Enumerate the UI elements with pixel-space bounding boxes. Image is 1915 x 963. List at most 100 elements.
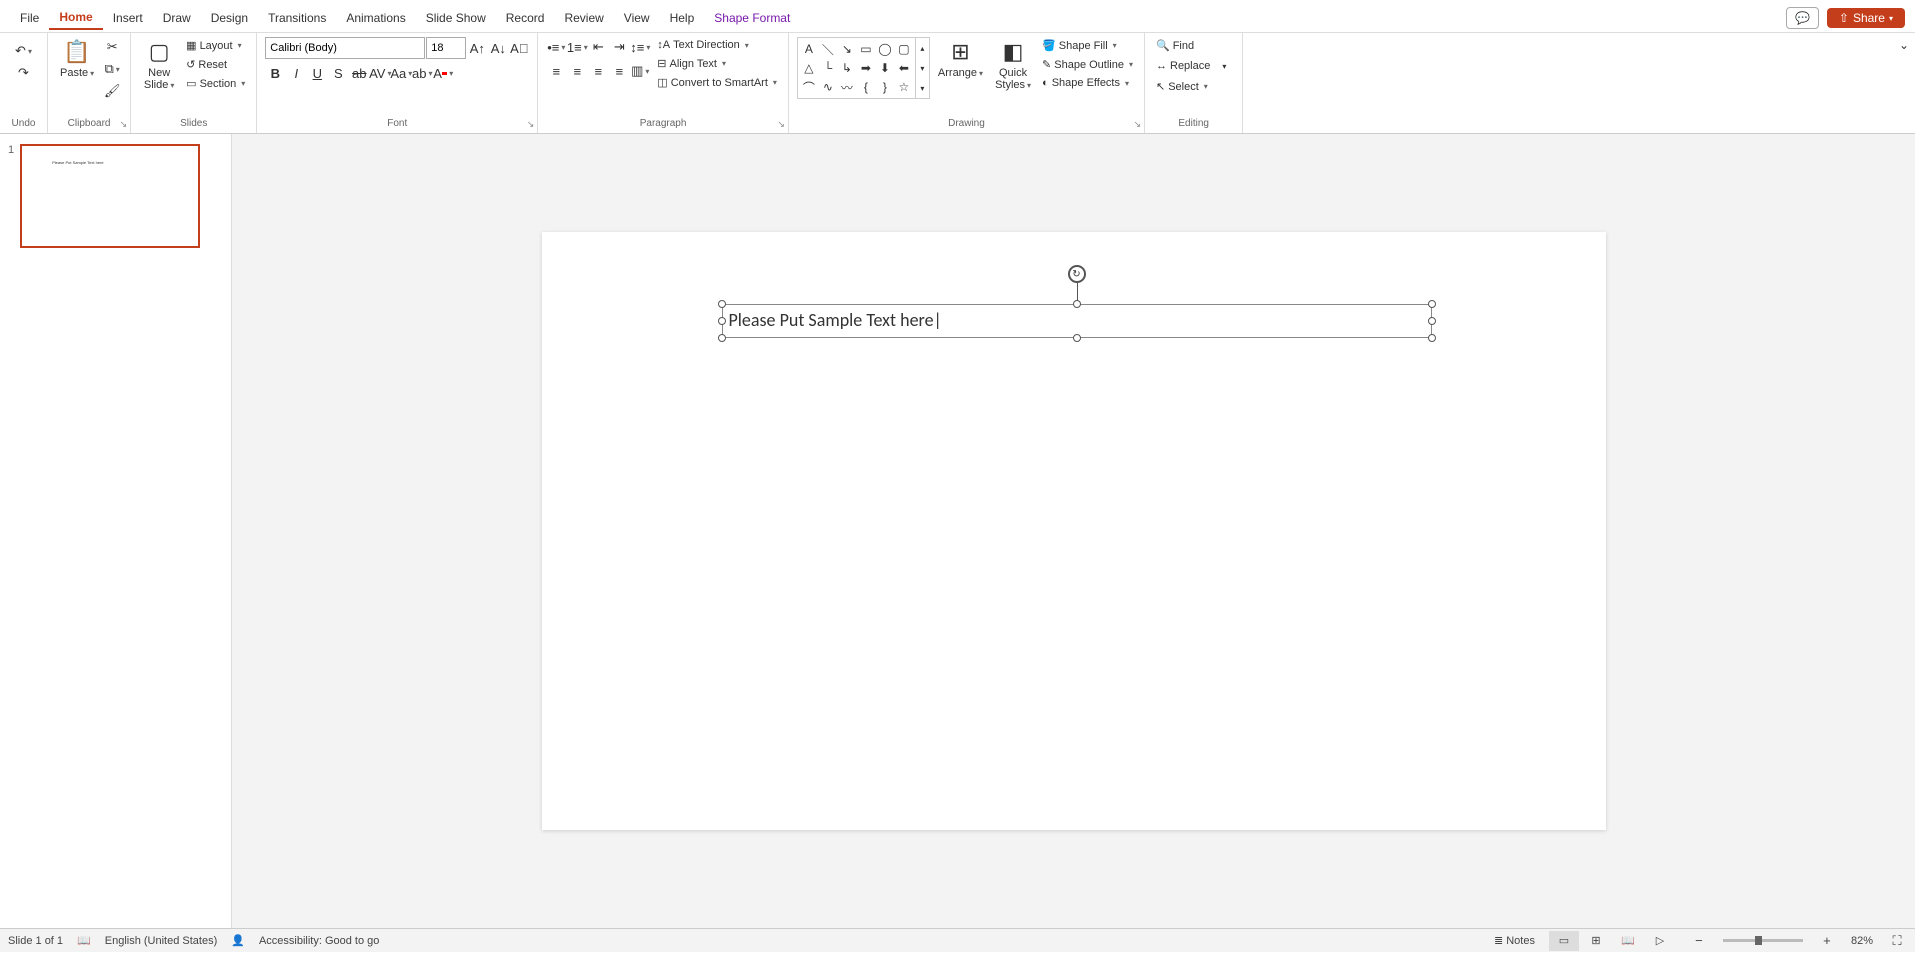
decrease-indent-button[interactable]: ⇤ [588, 37, 608, 57]
resize-handle-br[interactable] [1428, 334, 1436, 342]
quick-styles-button[interactable]: ◧ Quick Styles [991, 37, 1035, 93]
cut-button[interactable]: ✂ [102, 37, 122, 57]
tab-file[interactable]: File [10, 7, 49, 29]
zoom-in-button[interactable]: + [1817, 931, 1837, 951]
increase-font-button[interactable]: A↑ [467, 38, 487, 58]
textbox-content[interactable]: Please Put Sample Text here [723, 305, 1431, 335]
spell-check-icon[interactable]: 📖 [77, 934, 91, 947]
justify-button[interactable]: ≡ [609, 61, 629, 81]
clear-formatting-button[interactable]: A⃠ [509, 38, 529, 58]
resize-handle-tm[interactable] [1073, 300, 1081, 308]
shape-elbow[interactable]: └ [819, 59, 837, 77]
zoom-out-button[interactable]: − [1689, 931, 1709, 951]
normal-view-button[interactable]: ▭ [1549, 931, 1579, 951]
tab-slideshow[interactable]: Slide Show [416, 7, 496, 29]
copy-button[interactable]: ⧉ [102, 59, 122, 79]
format-painter-button[interactable]: 🖌 [102, 81, 122, 101]
resize-handle-tr[interactable] [1428, 300, 1436, 308]
fit-to-window-button[interactable]: ⛶ [1887, 931, 1907, 951]
slide-canvas-area[interactable]: ↻ Please Put Sample Text here [232, 134, 1915, 928]
gallery-up[interactable]: ▴ [916, 44, 929, 53]
align-center-button[interactable]: ≡ [567, 61, 587, 81]
shape-line[interactable]: ＼ [819, 40, 837, 58]
tab-design[interactable]: Design [201, 7, 258, 29]
replace-button[interactable]: ↔Replace [1153, 58, 1213, 74]
increase-indent-button[interactable]: ⇥ [609, 37, 629, 57]
shape-block-arrow-d[interactable]: ⬇ [876, 59, 894, 77]
section-button[interactable]: ▭Section [183, 75, 248, 92]
gallery-down[interactable]: ▾ [916, 64, 929, 73]
tab-help[interactable]: Help [660, 7, 705, 29]
align-left-button[interactable]: ≡ [546, 61, 566, 81]
replace-more-button[interactable]: ▾ [1214, 56, 1234, 76]
numbering-button[interactable]: 1≡ [567, 37, 587, 57]
new-slide-button[interactable]: ▢ New Slide [139, 37, 179, 93]
shape-elbow-arrow[interactable]: ↳ [838, 59, 856, 77]
comments-button[interactable]: 💬 [1786, 7, 1819, 29]
slide-thumbnail-1[interactable]: Please Put Sample Text here [20, 144, 200, 248]
font-name-input[interactable] [265, 37, 425, 59]
align-text-button[interactable]: ⊟Align Text [654, 55, 780, 72]
shape-arc[interactable]: ⌒ [800, 78, 818, 96]
char-spacing-button[interactable]: AV [370, 63, 390, 83]
italic-button[interactable]: I [286, 63, 306, 83]
shape-star[interactable]: ☆ [895, 78, 913, 96]
resize-handle-mr[interactable] [1428, 317, 1436, 325]
collapse-ribbon-button[interactable]: ⌄ [1899, 38, 1909, 52]
shape-effects-button[interactable]: ◐Shape Effects [1039, 75, 1136, 91]
shadow-button[interactable]: S [328, 63, 348, 83]
rotate-handle[interactable]: ↻ [1068, 265, 1086, 283]
find-button[interactable]: 🔍Find [1153, 37, 1197, 54]
shape-lbrace[interactable]: { [857, 78, 875, 96]
paste-button[interactable]: 📋 Paste [56, 37, 98, 81]
drawing-launcher[interactable]: ↘ [1133, 119, 1141, 130]
shape-fill-button[interactable]: 🪣Shape Fill [1039, 37, 1136, 54]
resize-handle-bl[interactable] [718, 334, 726, 342]
notes-button[interactable]: ≣ Notes [1494, 934, 1535, 947]
redo-button[interactable]: ↷ [14, 63, 34, 83]
share-button[interactable]: ⇧Share▾ [1827, 8, 1905, 28]
tab-home[interactable]: Home [49, 6, 102, 30]
tab-view[interactable]: View [614, 7, 660, 29]
shape-rect[interactable]: ▭ [857, 40, 875, 58]
shape-block-arrow-r[interactable]: ➡ [857, 59, 875, 77]
shape-wave[interactable]: 〰 [838, 78, 856, 96]
select-button[interactable]: ↖Select [1153, 78, 1211, 95]
shape-block-arrow-l[interactable]: ⬅ [895, 59, 913, 77]
tab-record[interactable]: Record [496, 7, 555, 29]
shape-curve[interactable]: ∿ [819, 78, 837, 96]
tab-shape-format[interactable]: Shape Format [704, 7, 800, 29]
shape-rbrace[interactable]: } [876, 78, 894, 96]
line-spacing-button[interactable]: ↕≡ [630, 37, 650, 57]
zoom-slider[interactable] [1723, 939, 1803, 942]
bold-button[interactable]: B [265, 63, 285, 83]
resize-handle-ml[interactable] [718, 317, 726, 325]
font-launcher[interactable]: ↘ [527, 119, 535, 130]
selected-textbox[interactable]: ↻ Please Put Sample Text here [722, 304, 1432, 338]
reset-button[interactable]: ↺Reset [183, 56, 248, 73]
arrange-button[interactable]: ⊞ Arrange [934, 37, 987, 81]
sorter-view-button[interactable]: ⊞ [1581, 931, 1611, 951]
align-right-button[interactable]: ≡ [588, 61, 608, 81]
reading-view-button[interactable]: 📖 [1613, 931, 1643, 951]
zoom-slider-thumb[interactable] [1755, 936, 1762, 945]
resize-handle-bm[interactable] [1073, 334, 1081, 342]
tab-review[interactable]: Review [554, 7, 613, 29]
paragraph-launcher[interactable]: ↘ [777, 119, 785, 130]
convert-smartart-button[interactable]: ◫Convert to SmartArt [654, 74, 780, 91]
resize-handle-tl[interactable] [718, 300, 726, 308]
highlight-button[interactable]: ab [412, 63, 432, 83]
font-color-button[interactable]: A [433, 63, 453, 83]
slide-thumbnail-panel[interactable]: 1 Please Put Sample Text here [0, 134, 232, 928]
gallery-more[interactable]: ▾ [916, 84, 929, 93]
tab-transitions[interactable]: Transitions [258, 7, 336, 29]
zoom-level[interactable]: 82% [1851, 935, 1873, 947]
bullets-button[interactable]: •≡ [546, 37, 566, 57]
font-size-input[interactable] [426, 37, 466, 59]
status-accessibility[interactable]: Accessibility: Good to go [259, 935, 379, 947]
status-language[interactable]: English (United States) [105, 935, 218, 947]
columns-button[interactable]: ▥ [630, 61, 650, 81]
slideshow-view-button[interactable]: ▷ [1645, 931, 1675, 951]
shapes-gallery[interactable]: A ＼ ↘ ▭ ◯ ▢ △ └ ↳ ➡ ⬇ ⬅ ⌒ ∿ 〰 { } [797, 37, 916, 99]
shape-roundrect[interactable]: ▢ [895, 40, 913, 58]
